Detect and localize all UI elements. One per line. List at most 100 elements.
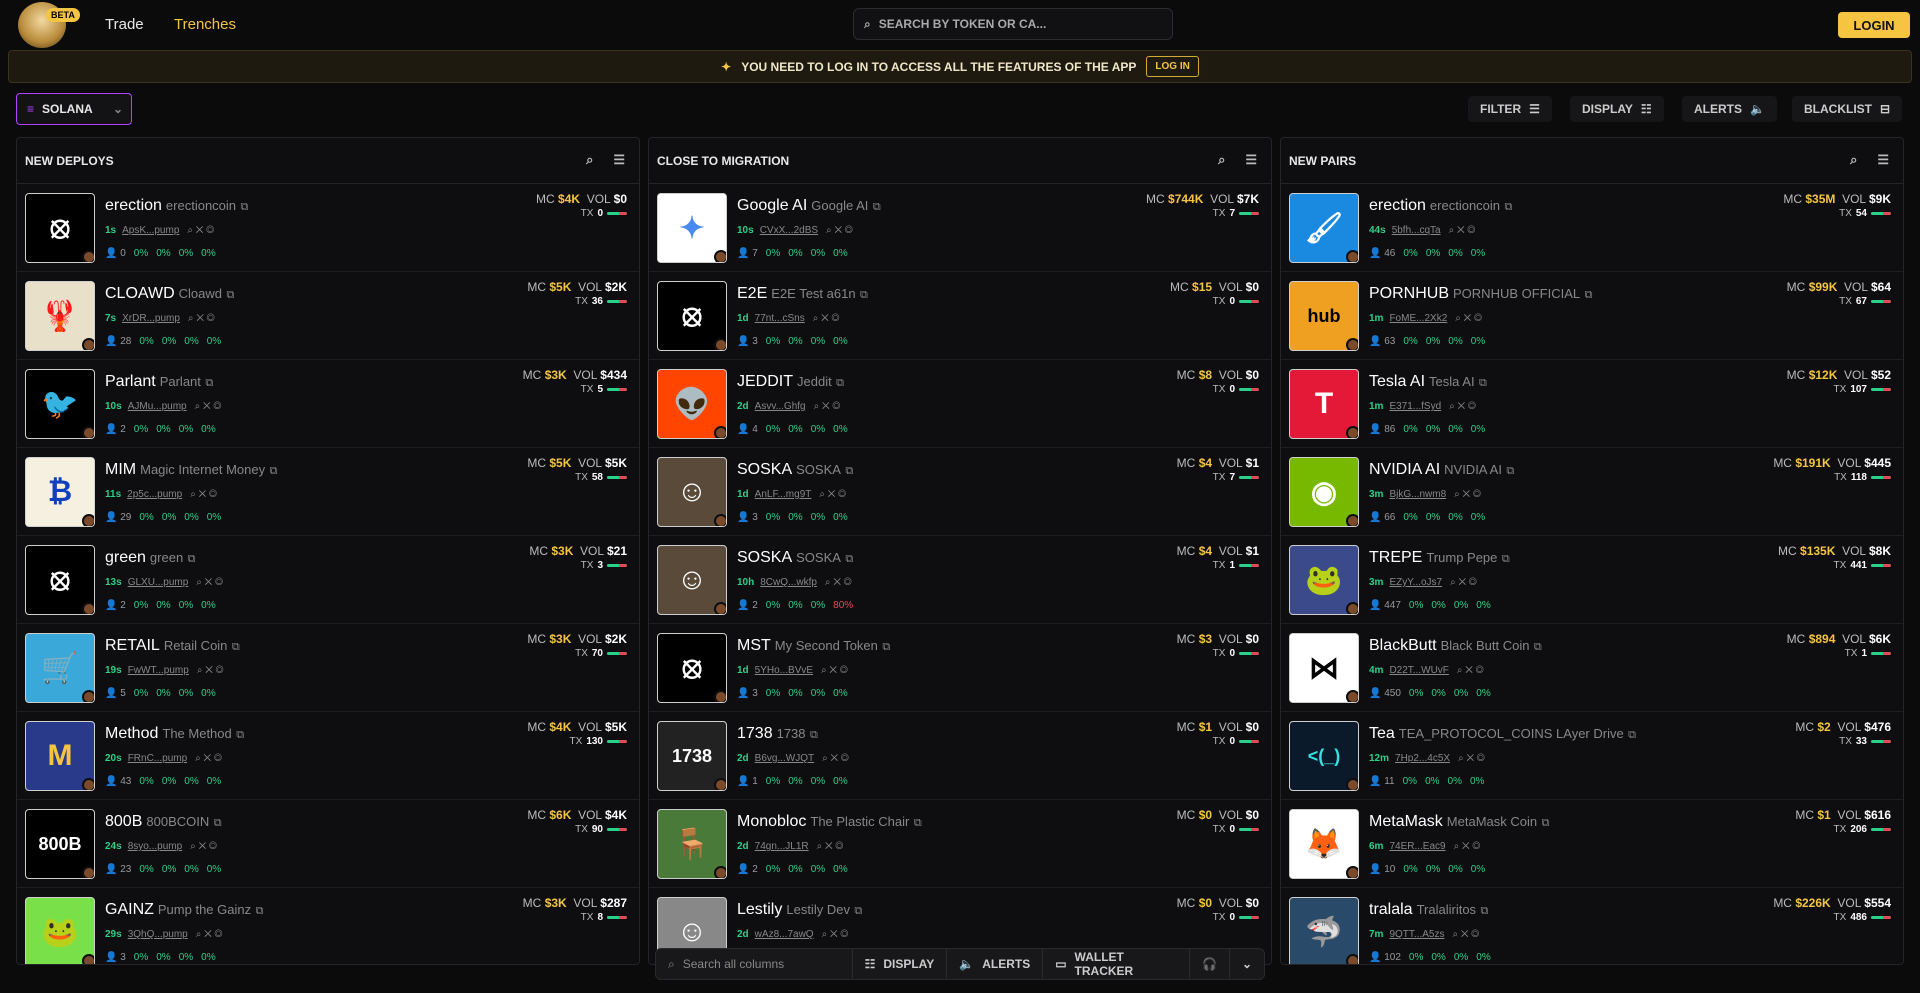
x-icon[interactable]: ✕ <box>1466 753 1474 764</box>
search-icon[interactable]: ⌕ <box>1449 225 1455 236</box>
contract-address[interactable]: FoME...2Xk2 <box>1389 313 1447 324</box>
token-name[interactable]: tralala Tralaliritos ⧉ <box>1369 901 1488 919</box>
globe-icon[interactable]: ◎ <box>213 401 221 412</box>
alerts-button[interactable]: ALERTS 🔈 <box>1682 96 1777 122</box>
ph-logo-icon[interactable]: hub <box>1289 281 1359 351</box>
search-icon[interactable]: ⌕ <box>821 665 827 676</box>
contract-address[interactable]: wAz8...7awQ <box>755 929 814 940</box>
token-name[interactable]: erection erectioncoin ⧉ <box>1369 197 1512 215</box>
filter-icon[interactable]: ☰ <box>613 152 625 168</box>
search-icon[interactable]: ⌕ <box>1450 577 1456 588</box>
token-name[interactable]: SOSKA SOSKA ⧉ <box>737 549 853 567</box>
fox-icon[interactable]: 🦊 <box>1289 809 1359 879</box>
contract-address[interactable]: 7Hp2...4c5X <box>1395 753 1450 764</box>
face-icon[interactable]: ☺ <box>657 545 727 615</box>
copy-icon[interactable]: ⧉ <box>232 641 240 653</box>
x-icon[interactable]: ✕ <box>205 577 213 588</box>
globe-icon[interactable]: ◎ <box>845 225 853 236</box>
globe-icon[interactable]: ◎ <box>844 577 852 588</box>
x-icon[interactable]: ✕ <box>833 577 841 588</box>
search-icon[interactable]: ⌕ <box>825 577 831 588</box>
coin-logo-icon[interactable]: ⦻ <box>657 281 727 351</box>
contract-address[interactable]: AJMu...pump <box>128 401 187 412</box>
token-row[interactable]: 🦞 CLOAWD Cloawd ⧉ 7s XrDR...pump ⌕ ✕ ◎ 👤 28… <box>17 272 639 360</box>
token-name[interactable]: CLOAWD Cloawd ⧉ <box>105 285 234 303</box>
contract-address[interactable]: EZyY...oJs7 <box>1389 577 1442 588</box>
globe-icon[interactable]: ◎ <box>832 313 840 324</box>
contract-address[interactable]: ApsK...pump <box>122 225 179 236</box>
copy-icon[interactable]: ⧉ <box>1479 377 1487 389</box>
copy-icon[interactable]: ⧉ <box>845 553 853 565</box>
contract-address[interactable]: FRnC...pump <box>128 753 187 764</box>
globe-icon[interactable]: ◎ <box>1467 225 1475 236</box>
token-row[interactable]: ⦻ green green ⧉ 13s GLXU...pump ⌕ ✕ ◎ 👤 2 0%… <box>17 536 639 624</box>
token-name[interactable]: MIM Magic Internet Money ⧉ <box>105 461 277 479</box>
x-icon[interactable]: ✕ <box>821 313 829 324</box>
x-icon[interactable]: ✕ <box>196 313 204 324</box>
x-icon[interactable]: ✕ <box>834 225 842 236</box>
x-icon[interactable]: ✕ <box>199 841 207 852</box>
copy-icon[interactable]: ⧉ <box>256 905 264 917</box>
globe-icon[interactable]: ◎ <box>1477 753 1485 764</box>
copy-icon[interactable]: ⧉ <box>810 729 818 741</box>
copy-icon[interactable]: ⧉ <box>236 729 244 741</box>
token-row[interactable]: ☺ SOSKA SOSKA ⧉ 10h 8CwQ...wkfp ⌕ ✕ ◎ 👤 2 0%… <box>649 536 1271 624</box>
token-name[interactable]: 800B 800BCOIN ⧉ <box>105 813 222 831</box>
globe-icon[interactable]: ◎ <box>209 841 217 852</box>
token-name[interactable]: MST My Second Token ⧉ <box>737 637 890 655</box>
filter-icon[interactable]: ☰ <box>1877 152 1889 168</box>
copy-icon[interactable]: ⧉ <box>270 465 278 477</box>
copy-icon[interactable]: ⧉ <box>845 465 853 477</box>
contract-address[interactable]: 5YHo...BVvE <box>755 665 813 676</box>
login-button[interactable]: LOGIN <box>1838 12 1910 38</box>
search-icon[interactable]: ⌕ <box>1850 152 1857 168</box>
token-name[interactable]: E2E E2E Test a61n ⧉ <box>737 285 868 303</box>
token-row[interactable]: ₿ MIM Magic Internet Money ⧉ 11s 2p5c...pu… <box>17 448 639 536</box>
x-icon[interactable]: ✕ <box>204 753 212 764</box>
token-row[interactable]: 🐸 TREPE Trump Pepe ⧉ 3m EZyY...oJs7 ⌕ ✕ ◎ 👤… <box>1281 536 1903 624</box>
x-icon[interactable]: ✕ <box>199 489 207 500</box>
contract-address[interactable]: Asvv...Ghfg <box>755 401 806 412</box>
copy-icon[interactable]: ⧉ <box>836 377 844 389</box>
copy-icon[interactable]: ⧉ <box>226 289 234 301</box>
nav-trenches[interactable]: Trenches <box>174 16 236 33</box>
search-icon[interactable]: ⌕ <box>1454 841 1460 852</box>
token-row[interactable]: 👽 JEDDIT Jeddit ⧉ 2d Asvv...Ghfg ⌕ ✕ ◎ 👤 4 0… <box>649 360 1271 448</box>
brush-icon[interactable]: 🖌 <box>1289 193 1359 263</box>
x-icon[interactable]: ✕ <box>1458 577 1466 588</box>
search-icon[interactable]: ⌕ <box>1455 313 1461 324</box>
search-icon[interactable]: ⌕ <box>1452 929 1458 940</box>
token-row[interactable]: ⦻ MST My Second Token ⧉ 1d 5YHo...BVvE ⌕ ✕ … <box>649 624 1271 712</box>
blacklist-button[interactable]: BLACKLIST ⊟ <box>1792 96 1903 122</box>
contract-address[interactable]: FwWT...pump <box>128 665 189 676</box>
coin-logo-icon[interactable]: ⦻ <box>25 193 95 263</box>
search-icon[interactable]: ⌕ <box>817 841 823 852</box>
globe-icon[interactable]: ◎ <box>1476 665 1484 676</box>
contract-address[interactable]: 74gn...JL1R <box>755 841 809 852</box>
face-icon[interactable]: ☺ <box>657 457 727 527</box>
contract-address[interactable]: AnLF...mg9T <box>755 489 812 500</box>
copy-icon[interactable]: ⧉ <box>214 817 222 829</box>
x-icon[interactable]: ✕ <box>829 665 837 676</box>
filter-icon[interactable]: ☰ <box>1245 152 1257 168</box>
search-icon[interactable]: ⌕ <box>195 753 201 764</box>
contract-address[interactable]: 3QhQ...pump <box>128 929 188 940</box>
number-icon[interactable]: 1738 <box>657 721 727 791</box>
search-icon[interactable]: ⌕ <box>1457 665 1463 676</box>
contract-address[interactable]: GLXU...pump <box>128 577 189 588</box>
meme-icon[interactable]: ₿ <box>25 457 95 527</box>
nav-trade[interactable]: Trade <box>105 16 144 33</box>
contract-address[interactable]: D22T...WUvF <box>1389 665 1448 676</box>
search-icon[interactable]: ⌕ <box>814 401 820 412</box>
globe-icon[interactable]: ◎ <box>214 753 222 764</box>
code-icon[interactable]: <(_) <box>1289 721 1359 791</box>
token-row[interactable]: ⋈ BlackButt Black Butt Coin ⧉ 4m D22T...WU… <box>1281 624 1903 712</box>
token-row[interactable]: ✦ Google AI Google AI ⧉ 10s CVxX...2dBS ⌕ ✕… <box>649 184 1271 272</box>
globe-icon[interactable]: ◎ <box>215 577 223 588</box>
contract-address[interactable]: 8syo...pump <box>128 841 182 852</box>
token-row[interactable]: 🦊 MetaMask MetaMask Coin ⧉ 6m 74ER...Eac9 ⌕… <box>1281 800 1903 888</box>
x-icon[interactable]: ✕ <box>1462 841 1470 852</box>
display-button[interactable]: DISPLAY ☷ <box>1570 96 1664 122</box>
copy-icon[interactable]: ⧉ <box>1504 201 1512 213</box>
token-name[interactable]: JEDDIT Jeddit ⧉ <box>737 373 844 391</box>
